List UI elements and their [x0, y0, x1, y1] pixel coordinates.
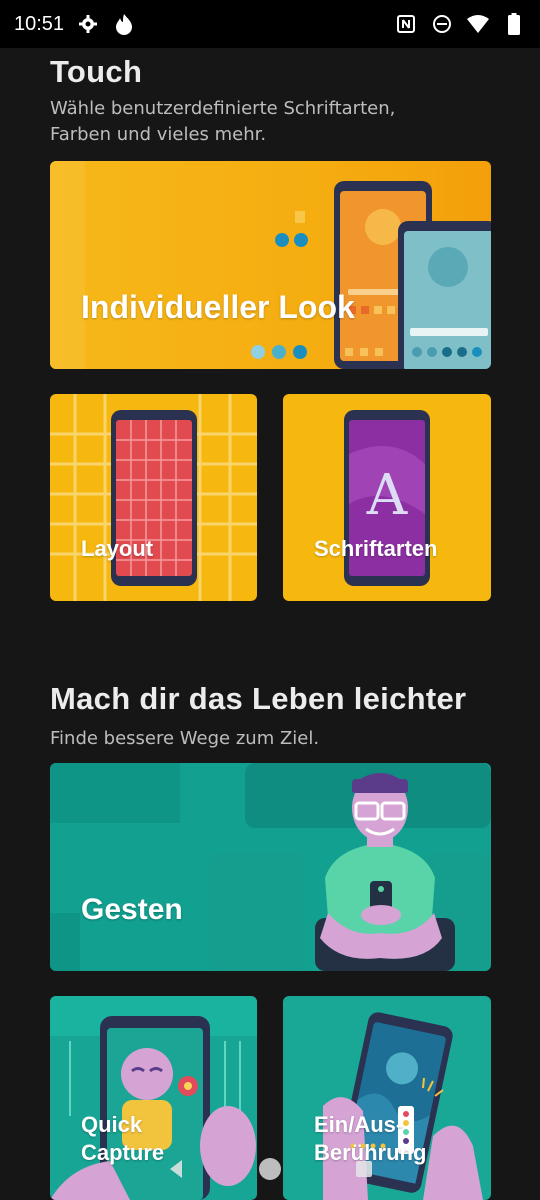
section-easier-title: Mach dir das Leben leichter — [50, 681, 467, 716]
quick-capture-label-line-1: Quick — [81, 1112, 143, 1137]
nfc-icon — [394, 12, 418, 36]
card-gestures-label: Gesten — [81, 893, 183, 926]
layout-illustration — [50, 394, 257, 601]
navigation-bar — [0, 1138, 540, 1200]
on-off-touch-label-line-1: Ein/Aus- — [314, 1112, 404, 1137]
status-time: 10:51 — [14, 12, 65, 35]
svg-text:A: A — [366, 463, 408, 528]
individual-look-illustration — [50, 161, 491, 369]
home-icon[interactable] — [258, 1157, 282, 1181]
card-fonts-label: Schriftarten — [314, 536, 438, 561]
section-personalize-title: Touch — [50, 54, 143, 89]
scroll-content[interactable]: Touch Wähle benutzerdefinierte Schriftar… — [0, 48, 540, 1200]
wifi-icon — [466, 12, 490, 36]
card-layout[interactable]: Layout — [50, 394, 257, 601]
card-gestures[interactable]: Gesten — [50, 763, 491, 971]
section-personalize-subtitle-2: Farben und vieles mehr. — [50, 124, 267, 145]
section-easier-subtitle: Finde bessere Wege zum Ziel. — [50, 728, 320, 749]
card-individual-look[interactable]: Individueller Look — [50, 161, 491, 369]
card-fonts[interactable]: A Schriftarten — [283, 394, 491, 601]
do-not-disturb-icon — [430, 12, 454, 36]
battery-icon — [502, 12, 526, 36]
card-layout-label: Layout — [81, 536, 154, 561]
settings-icon — [76, 12, 100, 36]
fonts-illustration: A — [344, 410, 430, 586]
card-individual-look-label: Individueller Look — [81, 289, 355, 325]
section-personalize-subtitle-1: Wähle benutzerdefinierte Schriftarten, — [50, 98, 396, 119]
flame-icon — [112, 12, 136, 36]
gestures-illustration — [50, 763, 491, 971]
back-icon[interactable] — [164, 1157, 188, 1181]
status-bar: 10:51 — [0, 0, 540, 48]
recents-icon[interactable] — [352, 1157, 376, 1181]
